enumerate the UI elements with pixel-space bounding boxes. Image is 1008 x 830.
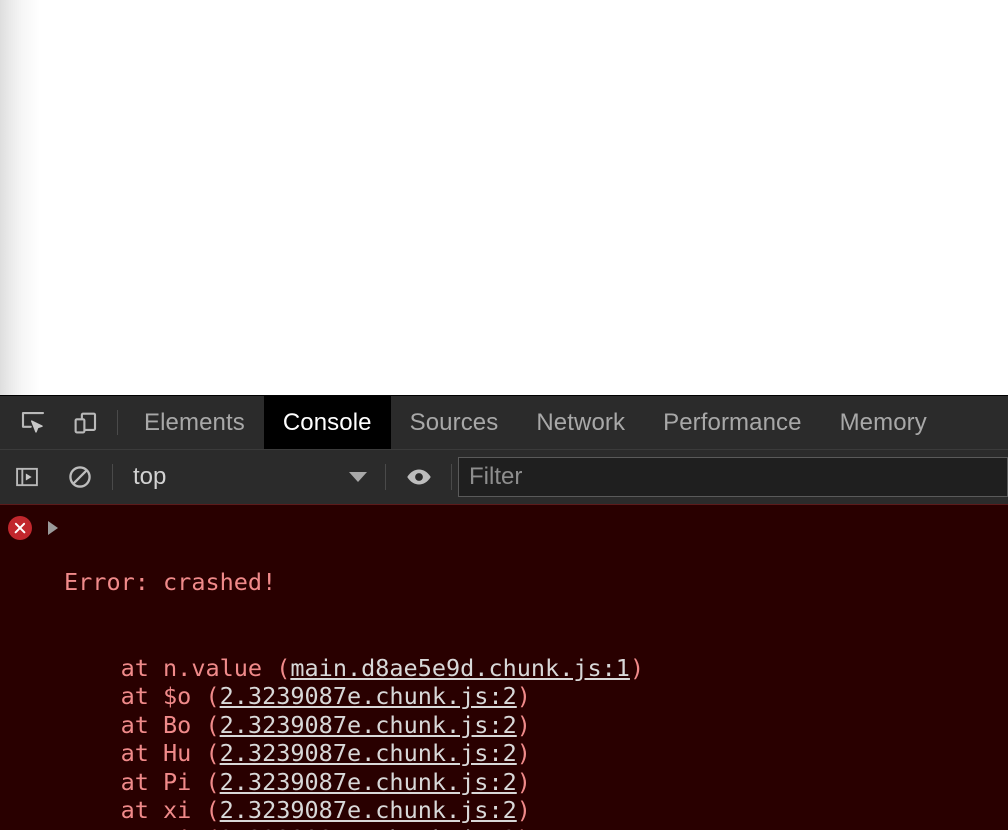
- tab-sources[interactable]: Sources: [391, 396, 518, 449]
- chevron-down-icon: [349, 472, 367, 482]
- devtools-tab-list: Elements Console Sources Network Perform…: [125, 396, 1008, 449]
- filter-input[interactable]: [458, 457, 1008, 497]
- devtools-panel: Elements Console Sources Network Perform…: [0, 395, 1008, 830]
- console-stack-frame: at xi (2.3239087e.chunk.js:2): [64, 796, 870, 825]
- console-stack-frame: at Hu (2.3239087e.chunk.js:2): [64, 739, 870, 768]
- page-left-edge-shadow: [0, 0, 40, 395]
- stack-frame-source-link[interactable]: 2.3239087e.chunk.js:2: [220, 825, 517, 830]
- stack-frame-suffix: ): [516, 739, 531, 767]
- console-error-header: Error: crashed! at n.value (main.d8ae5e9…: [0, 511, 1008, 830]
- toolbar-divider-3: [451, 464, 452, 490]
- stack-frame-prefix: at Pi (: [64, 767, 220, 796]
- tab-memory[interactable]: Memory: [821, 396, 946, 449]
- tab-console[interactable]: Console: [263, 396, 391, 449]
- stack-frame-source-link[interactable]: 2.3239087e.chunk.js:2: [220, 796, 517, 824]
- console-error-title: Error: crashed!: [64, 568, 277, 596]
- filter-container: [458, 457, 1008, 497]
- stack-frame-prefix: at n.value (: [64, 653, 291, 682]
- console-error-message[interactable]: Error: crashed! at n.value (main.d8ae5e9…: [0, 504, 1008, 830]
- stack-frame-source-link[interactable]: main.d8ae5e9d.chunk.js:1: [290, 654, 630, 682]
- console-stack-frame: at _i (2.3239087e.chunk.js:2): [64, 825, 870, 830]
- stack-frame-prefix: at _i (: [64, 825, 220, 830]
- console-sidebar-icon[interactable]: [0, 450, 53, 504]
- stack-frame-prefix: at Hu (: [64, 739, 220, 767]
- console-context-value: top: [133, 463, 167, 490]
- stack-frame-prefix: at $o (: [64, 682, 220, 710]
- stack-frame-suffix: ): [516, 767, 531, 796]
- toolbar-divider-2: [385, 464, 386, 490]
- console-filter-toolbar: top: [0, 450, 1008, 504]
- stack-frame-source-link[interactable]: 2.3239087e.chunk.js:2: [220, 682, 517, 710]
- inspect-element-icon[interactable]: [0, 396, 60, 449]
- console-stack-frame: at n.value (main.d8ae5e9d.chunk.js:1): [64, 654, 870, 683]
- stack-frame-prefix: at xi (: [64, 796, 220, 824]
- console-stack-frame: at Pi (2.3239087e.chunk.js:2): [64, 768, 870, 797]
- devtools-tabbar: Elements Console Sources Network Perform…: [0, 396, 1008, 450]
- device-toolbar-icon[interactable]: [60, 396, 110, 449]
- stack-frame-suffix: ): [516, 796, 531, 824]
- stack-frame-suffix: ): [517, 825, 531, 830]
- console-stack-frame: at $o (2.3239087e.chunk.js:2): [64, 682, 870, 711]
- stack-frame-suffix: ): [516, 710, 531, 739]
- tab-elements[interactable]: Elements: [125, 396, 264, 449]
- stack-frame-source-link[interactable]: 2.3239087e.chunk.js:2: [220, 768, 517, 796]
- stack-frame-source-link[interactable]: 2.3239087e.chunk.js:2: [220, 711, 517, 739]
- stack-frame-source-link[interactable]: 2.3239087e.chunk.js:2: [220, 739, 517, 767]
- stack-frame-suffix: ): [629, 653, 645, 682]
- tabbar-divider: [117, 410, 118, 435]
- stack-frame-prefix: at Bo (: [64, 710, 220, 739]
- console-message-list: Error: crashed! at n.value (main.d8ae5e9…: [0, 504, 1008, 830]
- console-stack-frame: at Bo (2.3239087e.chunk.js:2): [64, 711, 870, 740]
- error-circle-icon: [8, 516, 32, 540]
- console-context-selector[interactable]: top: [119, 459, 379, 495]
- page-viewport: [0, 0, 1008, 395]
- tab-network[interactable]: Network: [517, 396, 644, 449]
- devtools-window: Elements Console Sources Network Perform…: [0, 0, 1008, 830]
- console-error-body: Error: crashed! at n.value (main.d8ae5e9…: [64, 511, 870, 830]
- toolbar-divider-1: [112, 464, 113, 490]
- live-expression-eye-icon[interactable]: [392, 450, 445, 504]
- disclosure-triangle-right-icon[interactable]: [48, 521, 64, 535]
- clear-console-icon[interactable]: [53, 450, 106, 504]
- console-stack-frames: at n.value (main.d8ae5e9d.chunk.js:1) at…: [64, 654, 870, 830]
- console-error-stack: Error: crashed! at n.value (main.d8ae5e9…: [64, 511, 870, 830]
- stack-frame-suffix: ): [516, 682, 531, 710]
- tab-performance[interactable]: Performance: [644, 396, 821, 449]
